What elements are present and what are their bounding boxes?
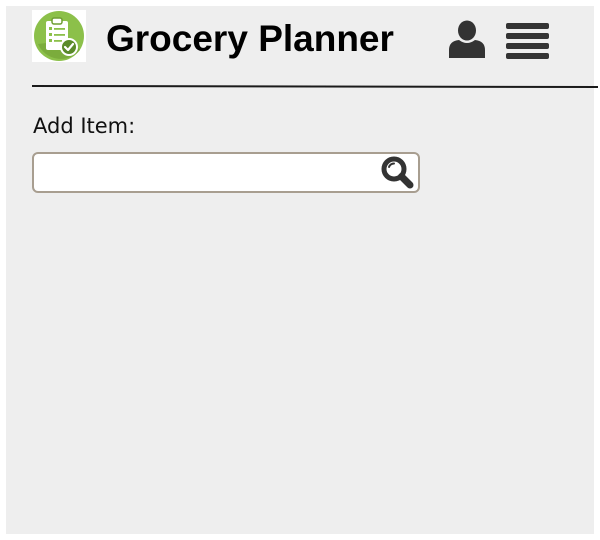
add-item-input[interactable]: [40, 158, 370, 187]
add-item-label: Add Item:: [33, 114, 136, 138]
hamburger-menu-icon[interactable]: [506, 23, 549, 59]
header-divider: [31, 85, 599, 88]
user-icon[interactable]: [447, 20, 487, 58]
add-item-search-box[interactable]: [32, 152, 420, 193]
app-title: Grocery Planner: [106, 18, 394, 59]
app-logo: [32, 10, 86, 62]
magnifier-icon[interactable]: [380, 156, 414, 189]
clipboard-check-icon: [34, 11, 84, 61]
app-frame: Grocery Planner Add Item:: [6, 6, 599, 534]
